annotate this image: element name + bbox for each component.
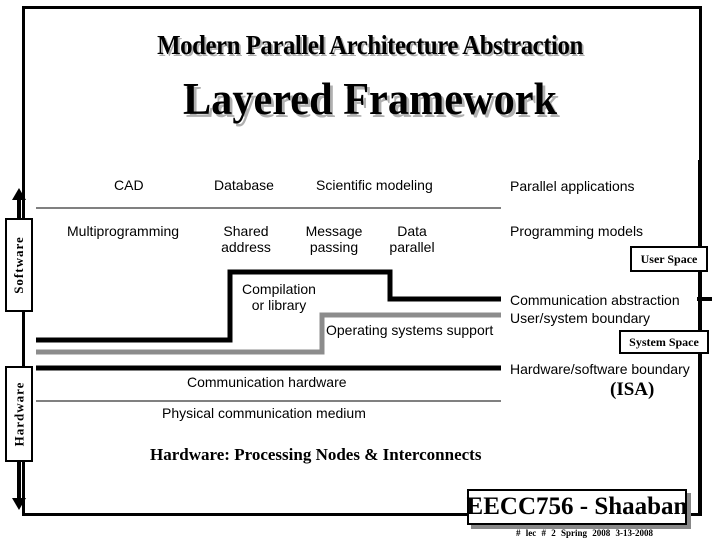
hardware-arrow-head (12, 498, 26, 510)
software-label-box: Software (5, 218, 33, 312)
hardware-label-box: Hardware (5, 366, 33, 462)
software-arrow-head (12, 188, 26, 200)
system-space-box: System Space (619, 330, 709, 354)
hardware-label: Hardware (11, 381, 26, 447)
app-cad: CAD (114, 177, 144, 193)
app-database: Database (214, 177, 274, 193)
layer-parallel-applications: Parallel applications (510, 178, 635, 194)
communication-abstraction-label: Communication abstraction (510, 292, 680, 308)
model-message-passing: Message passing (305, 223, 363, 255)
layer-compilation-library: Compilation or library (242, 281, 316, 313)
model-shared-address: Shared address (221, 223, 271, 255)
model-multiprogramming: Multiprogramming (67, 223, 180, 239)
isa-label: (ISA) (610, 379, 655, 400)
course-footer: EECC756 - Shaaban (467, 489, 687, 525)
app-scientific-modeling: Scientific modeling (316, 177, 433, 193)
hw-sw-boundary-label: Hardware/software boundary (510, 361, 690, 377)
software-label: Software (11, 236, 26, 294)
lecture-footer: # lec # 2 Spring 2008 3-13-2008 (516, 528, 653, 538)
layer-communication-hardware: Communication hardware (187, 374, 347, 390)
user-space-box: User Space (630, 246, 708, 272)
hardware-caption: Hardware: Processing Nodes & Interconnec… (150, 445, 482, 464)
layer-os-support: Operating systems support (326, 322, 494, 338)
layer-programming-models: Programming models (510, 223, 644, 239)
model-data-parallel: Data parallel (389, 223, 435, 255)
layer-physical-medium: Physical communication medium (162, 405, 366, 421)
user-system-boundary-label: User/system boundary (510, 310, 651, 326)
